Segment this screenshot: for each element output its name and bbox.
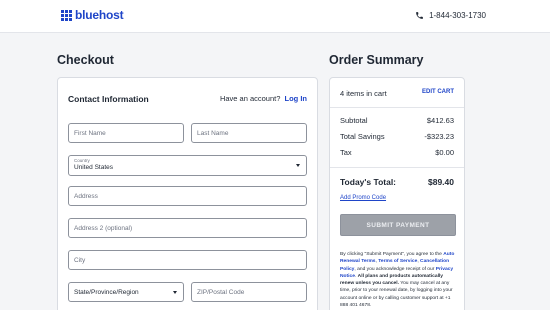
address2-field[interactable]: Address 2 (optional) (68, 218, 307, 238)
zip-field[interactable]: ZIP/Postal Code (191, 282, 307, 302)
logo-text: bluehost (75, 8, 124, 22)
legal-text: , (417, 259, 419, 265)
phone-icon (416, 12, 423, 19)
address-field[interactable]: Address (68, 186, 307, 206)
tax-value: $0.00 (435, 148, 454, 157)
account-prompt-text: Have an account? (219, 94, 281, 103)
chevron-down-icon (296, 164, 300, 167)
legal-text: By clicking "Submit Payment", you agree … (340, 252, 442, 257)
chevron-down-icon (173, 291, 177, 294)
total-label: Today's Total: (340, 177, 397, 187)
zip-placeholder: ZIP/Postal Code (197, 288, 245, 296)
edit-cart-link[interactable]: EDIT CART (422, 89, 454, 98)
tax-row: Tax $0.00 (340, 148, 454, 157)
contact-information-heading: Contact Information (68, 94, 149, 104)
city-placeholder: City (74, 256, 86, 264)
support-phone[interactable]: 1-844-303-1730 (415, 11, 486, 20)
city-field[interactable]: City (68, 250, 307, 270)
state-placeholder: State/Province/Region (74, 288, 139, 296)
first-name-placeholder: First Name (74, 129, 106, 137)
cart-items-row: 4 items in cart EDIT CART (340, 89, 454, 98)
savings-label: Total Savings (340, 132, 385, 141)
phone-number: 1-844-303-1730 (429, 11, 486, 20)
subtotal-row: Subtotal $412.63 (340, 116, 454, 125)
country-label: Country (74, 158, 90, 163)
items-in-cart: 4 items in cart (340, 89, 387, 98)
address-placeholder: Address (74, 192, 98, 200)
savings-row: Total Savings -$323.23 (340, 132, 454, 141)
savings-value: -$323.23 (424, 132, 454, 141)
login-link[interactable]: Log In (285, 94, 308, 103)
state-select[interactable]: State/Province/Region (68, 282, 184, 302)
legal-text: . (354, 273, 357, 279)
top-header: bluehost 1-844-303-1730 (0, 0, 550, 33)
divider (330, 167, 464, 168)
last-name-field[interactable]: Last Name (191, 123, 307, 143)
logo-grid-icon (61, 9, 72, 21)
tax-label: Tax (340, 148, 352, 157)
add-promo-code-link[interactable]: Add Promo Code (340, 195, 386, 201)
checkout-form-card: Contact Information Have an account? Log… (57, 77, 318, 310)
account-prompt: Have an account? Log In (220, 94, 307, 103)
order-summary-title: Order Summary (329, 53, 424, 67)
order-summary-card: 4 items in cart EDIT CART Subtotal $412.… (329, 77, 465, 310)
total-row: Today's Total: $89.40 (340, 177, 454, 187)
legal-text: , (375, 259, 377, 265)
address2-placeholder: Address 2 (optional) (74, 224, 133, 232)
terms-of-service-link[interactable]: Terms of Service (378, 259, 417, 264)
divider (330, 107, 464, 108)
legal-disclaimer: By clicking "Submit Payment", you agree … (340, 251, 458, 309)
subtotal-label: Subtotal (340, 116, 368, 125)
last-name-placeholder: Last Name (197, 129, 229, 137)
submit-payment-button[interactable]: SUBMIT PAYMENT (340, 214, 456, 236)
subtotal-value: $412.63 (426, 116, 454, 125)
checkout-title: Checkout (57, 53, 114, 67)
country-select[interactable]: Country United States (68, 155, 307, 176)
bluehost-logo[interactable]: bluehost (61, 8, 124, 22)
country-value: United States (74, 164, 114, 171)
legal-text: , and you acknowledge receipt of our (354, 266, 435, 272)
first-name-field[interactable]: First Name (68, 123, 184, 143)
total-value: $89.40 (428, 177, 454, 187)
